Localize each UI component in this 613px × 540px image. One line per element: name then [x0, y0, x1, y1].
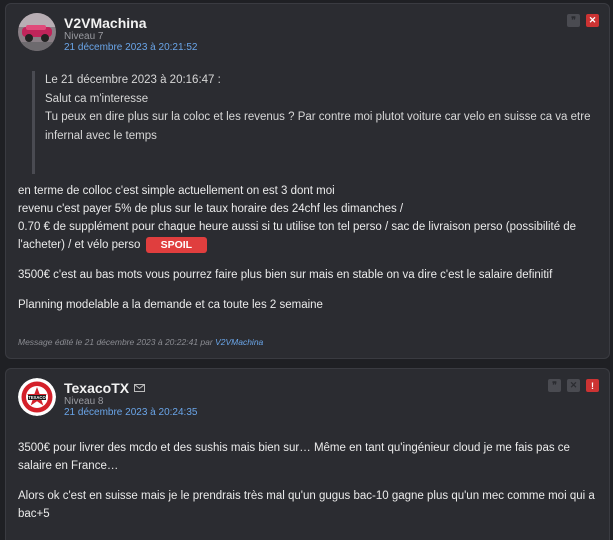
svg-text:TEXACO: TEXACO [28, 395, 46, 400]
post-actions: ❞ ✕ [567, 14, 599, 27]
avatar[interactable] [18, 13, 56, 51]
texaco-logo-avatar: TEXACO [18, 378, 56, 416]
paragraph: 3500€ c'est au bas mots vous pourrez fai… [18, 269, 553, 281]
text-line: en terme de colloc c'est simple actuelle… [18, 185, 335, 197]
quoted-message: Le 21 décembre 2023 à 20:16:47 : Salut c… [32, 71, 592, 174]
quote-header: Le 21 décembre 2023 à 20:16:47 : [45, 74, 221, 86]
text-line: revenu c'est payer 5% de plus sur le tau… [18, 203, 404, 215]
paragraph: Planning modelable a la demande et ca to… [18, 299, 323, 311]
edited-notice: Message édité le 21 décembre 2023 à 20:2… [18, 337, 263, 347]
edited-text: Message édité le 21 décembre 2023 à 20:2… [18, 337, 213, 347]
block-icon[interactable]: ✕ [567, 379, 580, 392]
paragraph: en terme de colloc c'est simple actuelle… [18, 182, 606, 254]
post-header: TEXACO TexacoTX Niveau 8 21 décembre 202… [6, 369, 609, 418]
post-actions: ❞ ✕ ! [548, 379, 599, 392]
post-date-link[interactable]: 21 décembre 2023 à 20:21:52 [64, 42, 197, 53]
post-header: V2VMachina Niveau 7 21 décembre 2023 à 2… [6, 4, 609, 53]
author-level: Niveau 7 [64, 31, 104, 42]
avatar[interactable]: TEXACO [18, 378, 56, 416]
report-icon[interactable]: ✕ [586, 14, 599, 27]
author-level: Niveau 8 [64, 396, 104, 407]
spoil-button[interactable]: SPOIL [145, 236, 208, 253]
quote-icon[interactable]: ❞ [548, 379, 561, 392]
avatar-image [18, 13, 56, 51]
mail-icon[interactable] [134, 384, 145, 392]
post-card: V2VMachina Niveau 7 21 décembre 2023 à 2… [5, 3, 610, 359]
post-card: TEXACO TexacoTX Niveau 8 21 décembre 202… [5, 368, 610, 540]
post-date-link[interactable]: 21 décembre 2023 à 20:24:35 [64, 407, 197, 418]
edited-author-link[interactable]: V2VMachina [215, 337, 263, 347]
post-body: 3500€ pour livrer des mcdo et des sushis… [18, 439, 606, 535]
alert-icon[interactable]: ! [586, 379, 599, 392]
quote-line: Tu peux en dire plus sur la coloc et les… [45, 111, 591, 142]
author-name[interactable]: V2VMachina [64, 15, 146, 31]
paragraph: Alors ok c'est en suisse mais je le pren… [18, 490, 595, 520]
post-body: en terme de colloc c'est simple actuelle… [18, 182, 606, 326]
text-line: 0.70 € de supplément pour chaque heure a… [18, 221, 577, 251]
author-name[interactable]: TexacoTX [64, 380, 129, 396]
quote-icon[interactable]: ❞ [567, 14, 580, 27]
quote-line: Salut ca m'interesse [45, 92, 149, 105]
paragraph: 3500€ pour livrer des mcdo et des sushis… [18, 442, 570, 472]
